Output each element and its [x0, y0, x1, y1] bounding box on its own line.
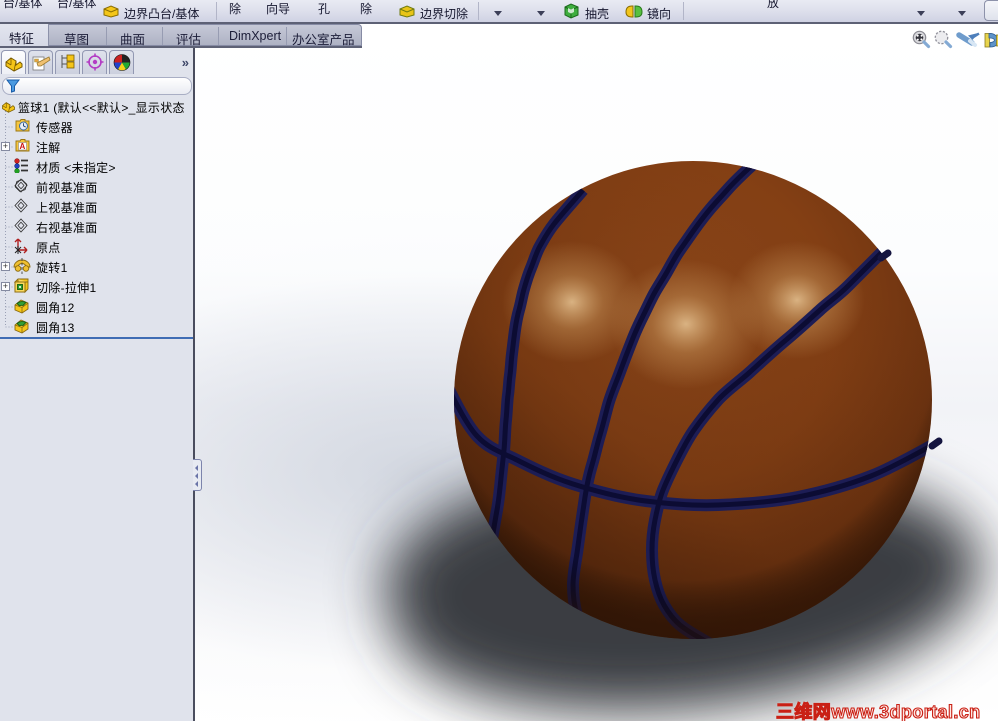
svg-text:A: A	[19, 142, 25, 151]
